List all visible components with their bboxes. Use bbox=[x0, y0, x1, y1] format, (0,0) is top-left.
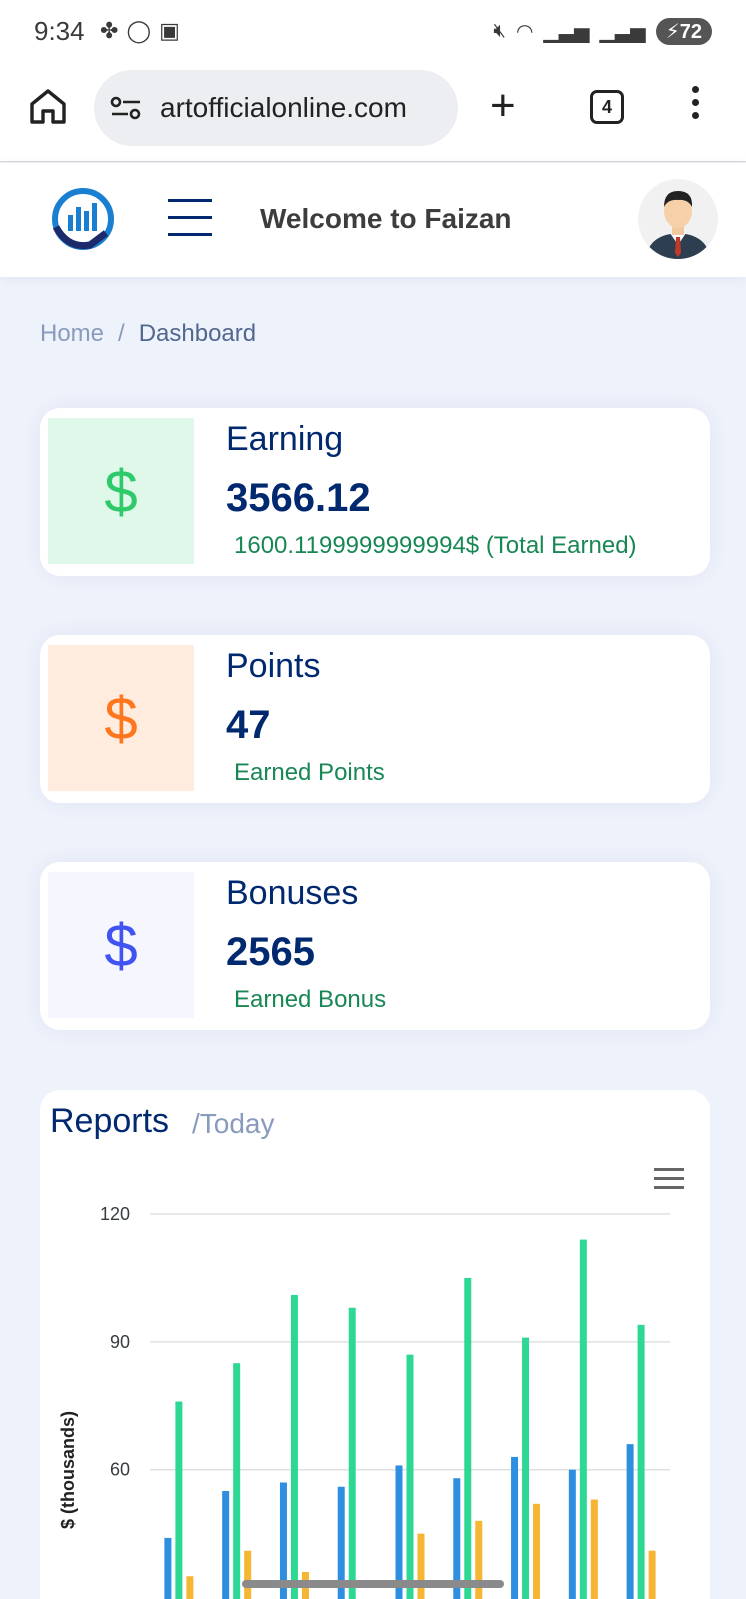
battery-icon: ⚡72 bbox=[655, 18, 712, 45]
bar[interactable] bbox=[568, 1469, 576, 1599]
bar[interactable] bbox=[511, 1456, 519, 1599]
bar[interactable] bbox=[233, 1363, 241, 1599]
logo[interactable] bbox=[48, 187, 118, 253]
card-value: 3566.12 bbox=[226, 476, 371, 520]
notification-icons: ✤ ◯ ▣ bbox=[100, 18, 180, 44]
breadcrumb: Home / Dashboard bbox=[40, 320, 256, 348]
dollar-icon: $ bbox=[48, 645, 194, 791]
bar[interactable] bbox=[348, 1307, 356, 1599]
app-header: Welcome to Faizan bbox=[0, 163, 746, 277]
card-title: Points bbox=[226, 647, 321, 685]
bar[interactable] bbox=[579, 1239, 587, 1599]
status-bar: 9:34 ✤ ◯ ▣ 🔇︎ ◠ ▁▃▅ ▁▃▅ ⚡72 bbox=[0, 0, 746, 64]
bar[interactable] bbox=[637, 1324, 645, 1599]
bar[interactable] bbox=[395, 1465, 403, 1599]
bar[interactable] bbox=[417, 1533, 425, 1599]
signal-icon: ▁▃▅ bbox=[543, 21, 590, 43]
breadcrumb-home[interactable]: Home bbox=[40, 320, 104, 347]
reports-card: Reports /Today 120 90 60 $ (thousands) bbox=[40, 1090, 710, 1599]
site-settings-icon[interactable] bbox=[110, 94, 142, 122]
card-subtext: Earned Bonus bbox=[234, 986, 387, 1013]
bar[interactable] bbox=[626, 1444, 634, 1599]
bar[interactable] bbox=[533, 1503, 541, 1599]
bar[interactable] bbox=[590, 1499, 598, 1599]
card-title: Bonuses bbox=[226, 874, 359, 912]
bar[interactable] bbox=[290, 1294, 298, 1599]
welcome-title: Welcome to Faizan bbox=[260, 203, 512, 234]
more-menu-icon[interactable] bbox=[690, 86, 700, 126]
avatar[interactable] bbox=[638, 179, 718, 259]
reports-chart: 120 90 60 $ (thousands) bbox=[58, 1204, 670, 1599]
breadcrumb-current: Dashboard bbox=[138, 320, 257, 347]
screenshot-icon: ▣ bbox=[159, 18, 180, 43]
tab-switcher-button[interactable]: 4 bbox=[590, 90, 624, 124]
pinwheel-icon: ✤ bbox=[100, 18, 119, 43]
address-bar[interactable]: artofficialonline.com bbox=[94, 70, 458, 146]
y-axis-label: $ (thousands) bbox=[58, 1411, 78, 1529]
bar[interactable] bbox=[406, 1354, 414, 1599]
dollar-icon: $ bbox=[48, 872, 194, 1018]
bar[interactable] bbox=[164, 1537, 172, 1599]
y-tick-label: 90 bbox=[110, 1332, 130, 1352]
bar[interactable] bbox=[186, 1576, 194, 1599]
wifi-icon: ◠ bbox=[515, 21, 534, 43]
bar[interactable] bbox=[244, 1550, 252, 1599]
user-avatar-icon bbox=[646, 191, 710, 259]
breadcrumb-separator: / bbox=[118, 320, 125, 347]
card-subtext: Earned Points bbox=[234, 759, 385, 786]
url-text: artofficialonline.com bbox=[160, 92, 407, 123]
card-title: Earning bbox=[226, 420, 344, 458]
dollar-icon: $ bbox=[48, 418, 194, 564]
bar[interactable] bbox=[222, 1491, 230, 1599]
earning-card: $ Earning 3566.12 1600.1199999999994$ (T… bbox=[40, 408, 710, 576]
bar[interactable] bbox=[175, 1401, 183, 1599]
card-subtext: 1600.1199999999994$ (Total Earned) bbox=[234, 532, 637, 559]
y-tick-label: 60 bbox=[110, 1460, 130, 1480]
bar[interactable] bbox=[648, 1550, 656, 1599]
home-icon[interactable] bbox=[28, 86, 68, 126]
menu-toggle-icon[interactable] bbox=[168, 199, 212, 239]
new-tab-button[interactable]: + bbox=[490, 84, 516, 128]
system-icons: 🔇︎ ◠ ▁▃▅ ▁▃▅ ⚡72 bbox=[493, 18, 712, 45]
signal-icon-2: ▁▃▅ bbox=[599, 21, 646, 43]
status-time: 9:34 bbox=[34, 16, 85, 46]
gesture-bar bbox=[242, 1580, 504, 1588]
card-value: 2565 bbox=[226, 930, 315, 974]
whatsapp-icon: ◯ bbox=[126, 18, 152, 43]
y-tick-label: 120 bbox=[100, 1204, 130, 1224]
bar[interactable] bbox=[464, 1277, 472, 1599]
bar[interactable] bbox=[522, 1337, 530, 1599]
browser-toolbar: artofficialonline.com + 4 bbox=[0, 64, 746, 162]
points-card: $ Points 47 Earned Points bbox=[40, 635, 710, 803]
card-value: 47 bbox=[226, 703, 271, 747]
mute-icon: 🔇︎ bbox=[493, 20, 506, 42]
bonuses-card: $ Bonuses 2565 Earned Bonus bbox=[40, 862, 710, 1030]
